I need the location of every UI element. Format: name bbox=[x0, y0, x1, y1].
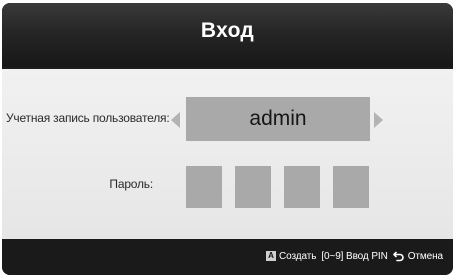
title-bar: Вход bbox=[2, 3, 453, 67]
return-icon bbox=[392, 251, 404, 262]
footer-hint-bar: A Создать [0~9] Ввод PIN Отмена bbox=[2, 239, 453, 275]
pin-digit-2[interactable] bbox=[235, 166, 271, 208]
a-key-icon: A bbox=[266, 251, 276, 261]
cancel-hint[interactable]: Отмена bbox=[408, 251, 443, 262]
create-hint[interactable]: Создать bbox=[279, 251, 316, 262]
enter-pin-hint: [0~9] Ввод PIN bbox=[321, 250, 388, 262]
pin-digit-1[interactable] bbox=[186, 166, 222, 208]
login-form: Учетная запись пользователя: admin Парол… bbox=[2, 69, 453, 239]
user-account-label: Учетная запись пользователя: bbox=[6, 111, 170, 125]
password-label: Пароль: bbox=[109, 177, 153, 191]
pin-digit-4[interactable] bbox=[333, 166, 369, 208]
user-account-selector[interactable]: admin bbox=[186, 97, 370, 141]
login-dialog: Вход Учетная запись пользователя: admin … bbox=[2, 3, 453, 275]
arrow-left-icon[interactable] bbox=[171, 112, 180, 128]
footer-hints: A Создать [0~9] Ввод PIN Отмена bbox=[266, 250, 443, 262]
arrow-right-icon[interactable] bbox=[374, 112, 383, 128]
dialog-title: Вход bbox=[200, 19, 255, 42]
pin-digit-3[interactable] bbox=[284, 166, 320, 208]
